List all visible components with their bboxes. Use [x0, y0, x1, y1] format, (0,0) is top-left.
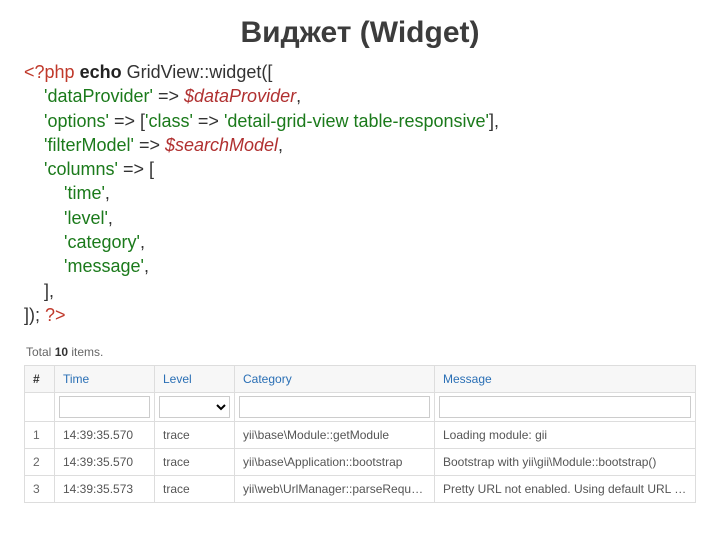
cell-time: 14:39:35.573 [55, 476, 155, 503]
filter-category-input[interactable] [239, 396, 430, 418]
table-row: 2 14:39:35.570 trace yii\base\Applicatio… [25, 449, 696, 476]
filter-message-input[interactable] [439, 396, 691, 418]
sort-message-link[interactable]: Message [443, 372, 492, 386]
filter-time-input[interactable] [59, 396, 150, 418]
cell-category: yii\web\UrlManager::parseRequest [235, 476, 435, 503]
arrow: => [158, 86, 179, 106]
page-title: Виджет (Widget) [24, 16, 696, 50]
filtermodel-var: $searchModel [165, 135, 278, 155]
cell-level: trace [155, 449, 235, 476]
col-level: 'level' [64, 208, 108, 228]
class-key: 'class' [145, 111, 193, 131]
table-row: 1 14:39:35.570 trace yii\base\Module::ge… [25, 422, 696, 449]
php-open-tag: <?php [24, 62, 75, 82]
code-block: <?php echo GridView::widget([ 'dataProvi… [24, 60, 696, 327]
sort-time-link[interactable]: Time [63, 372, 89, 386]
grid-header-row: # Time Level Category Message [25, 366, 696, 393]
slide: Виджет (Widget) <?php echo GridView::wid… [0, 0, 720, 540]
grid-table: # Time Level Category Message 1 14: [24, 365, 696, 503]
table-row: 3 14:39:35.573 trace yii\web\UrlManager:… [25, 476, 696, 503]
widget-call: GridView::widget([ [127, 62, 273, 82]
php-close-tag: ?> [45, 305, 66, 325]
col-message: 'message' [64, 256, 144, 276]
columns-close: ], [44, 281, 54, 301]
col-time: 'time' [64, 183, 105, 203]
header-level: Level [155, 366, 235, 393]
cell-category: yii\base\Application::bootstrap [235, 449, 435, 476]
dataprovider-var: $dataProvider [184, 86, 296, 106]
grid-body: 1 14:39:35.570 trace yii\base\Module::ge… [25, 422, 696, 503]
cell-time: 14:39:35.570 [55, 422, 155, 449]
grid-filter-row [25, 393, 696, 422]
grid-summary: Total 10 items. [24, 341, 696, 365]
grid-view: Total 10 items. # Time Level Category Me… [24, 341, 696, 503]
cell-message: Bootstrap with yii\gii\Module::bootstrap… [435, 449, 696, 476]
call-close: ]); [24, 305, 40, 325]
header-category: Category [235, 366, 435, 393]
cell-message: Loading module: gii [435, 422, 696, 449]
cell-message: Pretty URL not enabled. Using default UR… [435, 476, 696, 503]
summary-prefix: Total [26, 345, 55, 359]
options-key: 'options' [44, 111, 109, 131]
filtermodel-key: 'filterModel' [44, 135, 134, 155]
columns-key: 'columns' [44, 159, 118, 179]
sort-level-link[interactable]: Level [163, 372, 192, 386]
class-val: 'detail-grid-view table-responsive' [224, 111, 489, 131]
header-serial: # [25, 366, 55, 393]
header-time: Time [55, 366, 155, 393]
cell-serial: 1 [25, 422, 55, 449]
dataprovider-key: 'dataProvider' [44, 86, 153, 106]
echo-keyword: echo [80, 62, 122, 82]
cell-category: yii\base\Module::getModule [235, 422, 435, 449]
cell-serial: 2 [25, 449, 55, 476]
filter-serial-cell [25, 393, 55, 422]
summary-suffix: items. [68, 345, 103, 359]
cell-serial: 3 [25, 476, 55, 503]
cell-time: 14:39:35.570 [55, 449, 155, 476]
sort-category-link[interactable]: Category [243, 372, 292, 386]
summary-count: 10 [55, 345, 68, 359]
cell-level: trace [155, 422, 235, 449]
cell-level: trace [155, 476, 235, 503]
col-category: 'category' [64, 232, 140, 252]
filter-level-select[interactable] [159, 396, 230, 418]
header-message: Message [435, 366, 696, 393]
